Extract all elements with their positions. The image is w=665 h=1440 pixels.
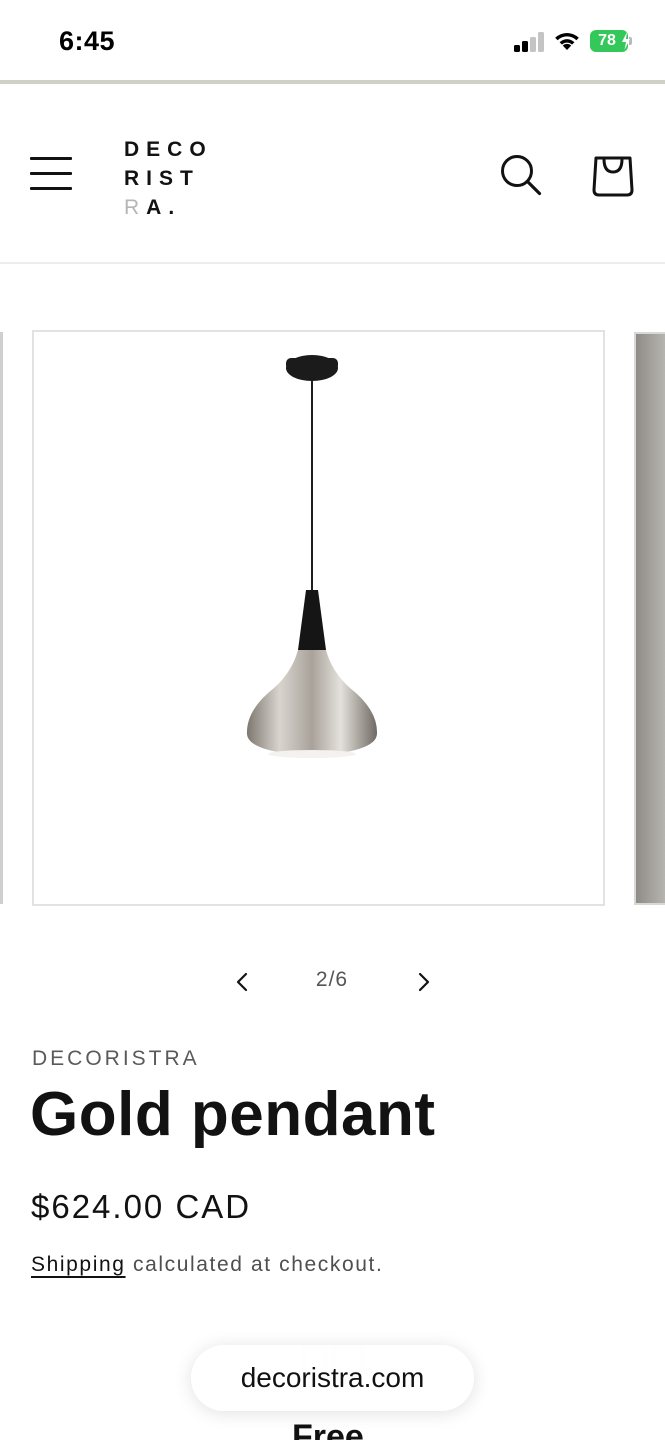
product-image-slide[interactable] [32, 330, 605, 906]
promo-heading-partial: Free [292, 1418, 364, 1440]
wifi-icon [553, 29, 581, 51]
previous-slide-peek[interactable] [0, 332, 3, 904]
logo-line-1: DECO [124, 138, 213, 161]
chevron-right-icon [418, 972, 430, 992]
shipping-note: Shipping calculated at checkout. [31, 1253, 383, 1277]
battery-indicator: 78 [590, 30, 632, 52]
shipping-note-text: calculated at checkout. [125, 1253, 384, 1276]
product-title: Gold pendant [30, 1080, 436, 1149]
browser-address-bar[interactable]: decoristra.com [191, 1345, 474, 1411]
search-button[interactable] [498, 152, 544, 198]
browser-url: decoristra.com [240, 1362, 425, 1393]
chevron-left-icon [236, 972, 248, 992]
previous-slide-button[interactable] [226, 964, 258, 1000]
product-price: $624.00 CAD [31, 1188, 252, 1225]
menu-button[interactable] [30, 154, 74, 192]
ios-status-bar: 6:45 78 [0, 0, 665, 82]
logo-faded-letter: R [124, 196, 147, 219]
slider-controls: 2/6 [0, 960, 665, 1004]
battery-level: 78 [598, 32, 616, 49]
cellular-signal-icon [514, 32, 546, 52]
logo-line-3: RA. [124, 193, 213, 222]
status-time: 6:45 [59, 26, 116, 56]
next-slide-button[interactable] [408, 964, 440, 1000]
site-header: DECO RIST RA. [0, 84, 665, 264]
shipping-link[interactable]: Shipping [31, 1253, 126, 1276]
cart-button[interactable] [590, 150, 636, 198]
search-icon [501, 155, 542, 196]
pendant-lamp-image [246, 355, 378, 758]
logo-line-3-rest: A. [146, 196, 182, 219]
product-gallery[interactable] [0, 330, 665, 906]
charging-bolt-icon [622, 32, 630, 50]
site-logo[interactable]: DECO RIST RA. [124, 135, 213, 222]
logo-line-2: RIST [124, 167, 200, 190]
product-vendor: DECORISTRA [32, 1047, 200, 1070]
next-slide-peek[interactable] [634, 332, 665, 905]
slide-counter: 2/6 [315, 968, 349, 991]
shopping-bag-icon [592, 156, 634, 197]
